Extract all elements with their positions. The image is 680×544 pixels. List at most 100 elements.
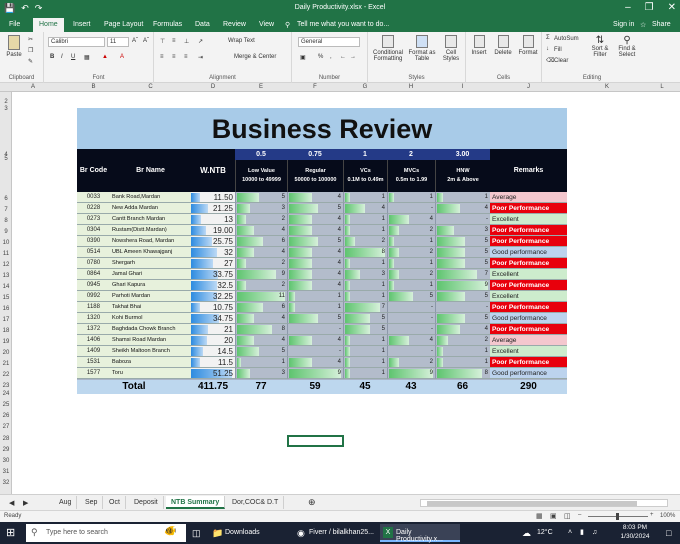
branch-code[interactable]: 1531	[77, 357, 110, 368]
metric-cell-reg[interactable]: 4	[287, 247, 343, 258]
metric-cell-lv[interactable]: 3	[235, 203, 287, 214]
metric-cell-mvc[interactable]: 1	[387, 192, 435, 203]
branch-code[interactable]: 0514	[77, 247, 110, 258]
branch-code[interactable]: 1372	[77, 324, 110, 335]
wntb-cell[interactable]: 20	[191, 335, 235, 346]
wntb-cell[interactable]: 32.25	[191, 291, 235, 302]
branch-code[interactable]: 0228	[77, 203, 110, 214]
metric-cell-vc[interactable]: 1	[343, 258, 387, 269]
tab-insert[interactable]: Insert	[73, 21, 91, 28]
remark-cell[interactable]: Excellent	[490, 291, 567, 302]
notification-icon[interactable]: □	[666, 525, 671, 541]
row-header[interactable]: 28	[0, 436, 12, 442]
add-sheet-icon[interactable]: ⊕	[303, 496, 321, 509]
wntb-cell[interactable]: 21.25	[191, 203, 235, 214]
metric-cell-mvc[interactable]: 4	[387, 214, 435, 225]
autosum-button[interactable]: AutoSum	[554, 36, 579, 42]
branch-code[interactable]: 0780	[77, 258, 110, 269]
metric-cell-mvc[interactable]: -	[387, 346, 435, 357]
branch-code[interactable]: 1409	[77, 346, 110, 357]
align-left-icon[interactable]: ≡	[160, 54, 164, 60]
row-header[interactable]: 7	[0, 207, 12, 213]
row-header[interactable]: 10	[0, 240, 12, 246]
branch-name[interactable]: Baghdada Chowk Branch	[110, 324, 191, 335]
remark-cell[interactable]: Excellent	[490, 346, 567, 357]
font-name-dropdown[interactable]: Calibri	[48, 37, 105, 47]
cell-styles-button[interactable]: Cell Styles	[438, 35, 464, 62]
metric-cell-vc[interactable]: 1	[343, 368, 387, 379]
row-header[interactable]: 32	[0, 480, 12, 486]
paste-button[interactable]: Paste	[4, 35, 24, 58]
row-header[interactable]: 9	[0, 229, 12, 235]
remark-cell[interactable]: Average	[490, 192, 567, 203]
taskbar-chrome[interactable]: Fiverr / bilalkhan25...	[309, 525, 374, 541]
metric-cell-vc[interactable]: 1	[343, 225, 387, 236]
find-select-button[interactable]: ⚲ Find & Select	[614, 35, 640, 58]
zoom-slider-thumb[interactable]	[616, 513, 619, 520]
branch-code[interactable]: 0273	[77, 214, 110, 225]
copy-icon[interactable]: ❐	[28, 47, 33, 54]
branch-name[interactable]: Sheikh Maltoon Branch	[110, 346, 191, 357]
metric-cell-reg[interactable]: 4	[287, 258, 343, 269]
row-header[interactable]: 16	[0, 306, 12, 312]
metric-cell-mvc[interactable]: -	[387, 324, 435, 335]
shrink-font-icon[interactable]: Aˇ	[143, 38, 149, 44]
comma-button[interactable]: ,	[330, 54, 332, 60]
clear-button[interactable]: Clear	[554, 58, 568, 64]
row-header[interactable]: 29	[0, 447, 12, 453]
indent-icon[interactable]: ⇥	[198, 54, 203, 61]
branch-name[interactable]: New Adda Mardan	[110, 203, 191, 214]
row-header[interactable]: 5	[0, 156, 12, 162]
italic-button[interactable]: I	[61, 54, 63, 60]
metric-cell-reg[interactable]: 4	[287, 192, 343, 203]
metric-cell-hnw[interactable]: -	[435, 302, 490, 313]
metric-cell-reg[interactable]: -	[287, 346, 343, 357]
branch-name[interactable]: Rustam(Distt.Mardan)	[110, 225, 191, 236]
metric-cell-vc[interactable]: 1	[343, 291, 387, 302]
branch-code[interactable]: 1406	[77, 335, 110, 346]
metric-cell-reg[interactable]: -	[287, 324, 343, 335]
wntb-cell[interactable]: 14.5	[191, 346, 235, 357]
align-center-icon[interactable]: ≡	[172, 54, 176, 60]
tab-page-layout[interactable]: Page Layout	[104, 21, 143, 28]
remark-cell[interactable]: Excellent	[490, 214, 567, 225]
share-button[interactable]: Share	[652, 21, 671, 28]
wntb-cell[interactable]: 11.5	[191, 357, 235, 368]
column-header[interactable]: K	[567, 84, 647, 90]
branch-name[interactable]: Bank Road,Mardan	[110, 192, 191, 203]
remark-cell[interactable]: Poor Performance	[490, 280, 567, 291]
remark-cell[interactable]: Poor Performance	[490, 302, 567, 313]
page-layout-view-icon[interactable]: ▣	[550, 512, 557, 520]
metric-cell-hnw[interactable]: 5	[435, 291, 490, 302]
row-header[interactable]: 31	[0, 469, 12, 475]
percent-button[interactable]: %	[318, 54, 323, 60]
remark-cell[interactable]: Poor Performance	[490, 203, 567, 214]
sheet-tab-aug[interactable]: Aug	[54, 496, 78, 509]
branch-name[interactable]: Ghari Kapura	[110, 280, 191, 291]
borders-icon[interactable]: ▦	[84, 54, 90, 61]
next-sheet-icon[interactable]: ▶	[18, 496, 33, 509]
metric-cell-hnw[interactable]: 1	[435, 346, 490, 357]
branch-name[interactable]: Kohi Burmol	[110, 313, 191, 324]
row-header[interactable]: 3	[0, 106, 12, 112]
metric-cell-hnw[interactable]: 2	[435, 335, 490, 346]
wntb-cell[interactable]: 11.50	[191, 192, 235, 203]
remark-cell[interactable]: Poor Performance	[490, 236, 567, 247]
zoom-level[interactable]: 100%	[660, 513, 675, 519]
metric-cell-hnw[interactable]: 1	[435, 192, 490, 203]
tab-data[interactable]: Data	[195, 21, 210, 28]
zoom-in-icon[interactable]: +	[650, 512, 654, 518]
currency-icon[interactable]: ▣	[300, 54, 306, 61]
wntb-cell[interactable]: 27	[191, 258, 235, 269]
column-header[interactable]: L	[647, 84, 677, 90]
horizontal-scrollbar[interactable]	[420, 499, 668, 507]
metric-cell-hnw[interactable]: 8	[435, 368, 490, 379]
remark-cell[interactable]: Good performance	[490, 368, 567, 379]
metric-cell-mvc[interactable]: 1	[387, 280, 435, 291]
metric-cell-reg[interactable]: 4	[287, 214, 343, 225]
tell-me-search[interactable]: Tell me what you want to do...	[297, 21, 389, 28]
column-header[interactable]: B	[77, 84, 110, 90]
tab-home[interactable]: Home	[33, 18, 64, 32]
metric-cell-lv[interactable]: 5	[235, 346, 287, 357]
column-header[interactable]: H	[387, 84, 435, 90]
